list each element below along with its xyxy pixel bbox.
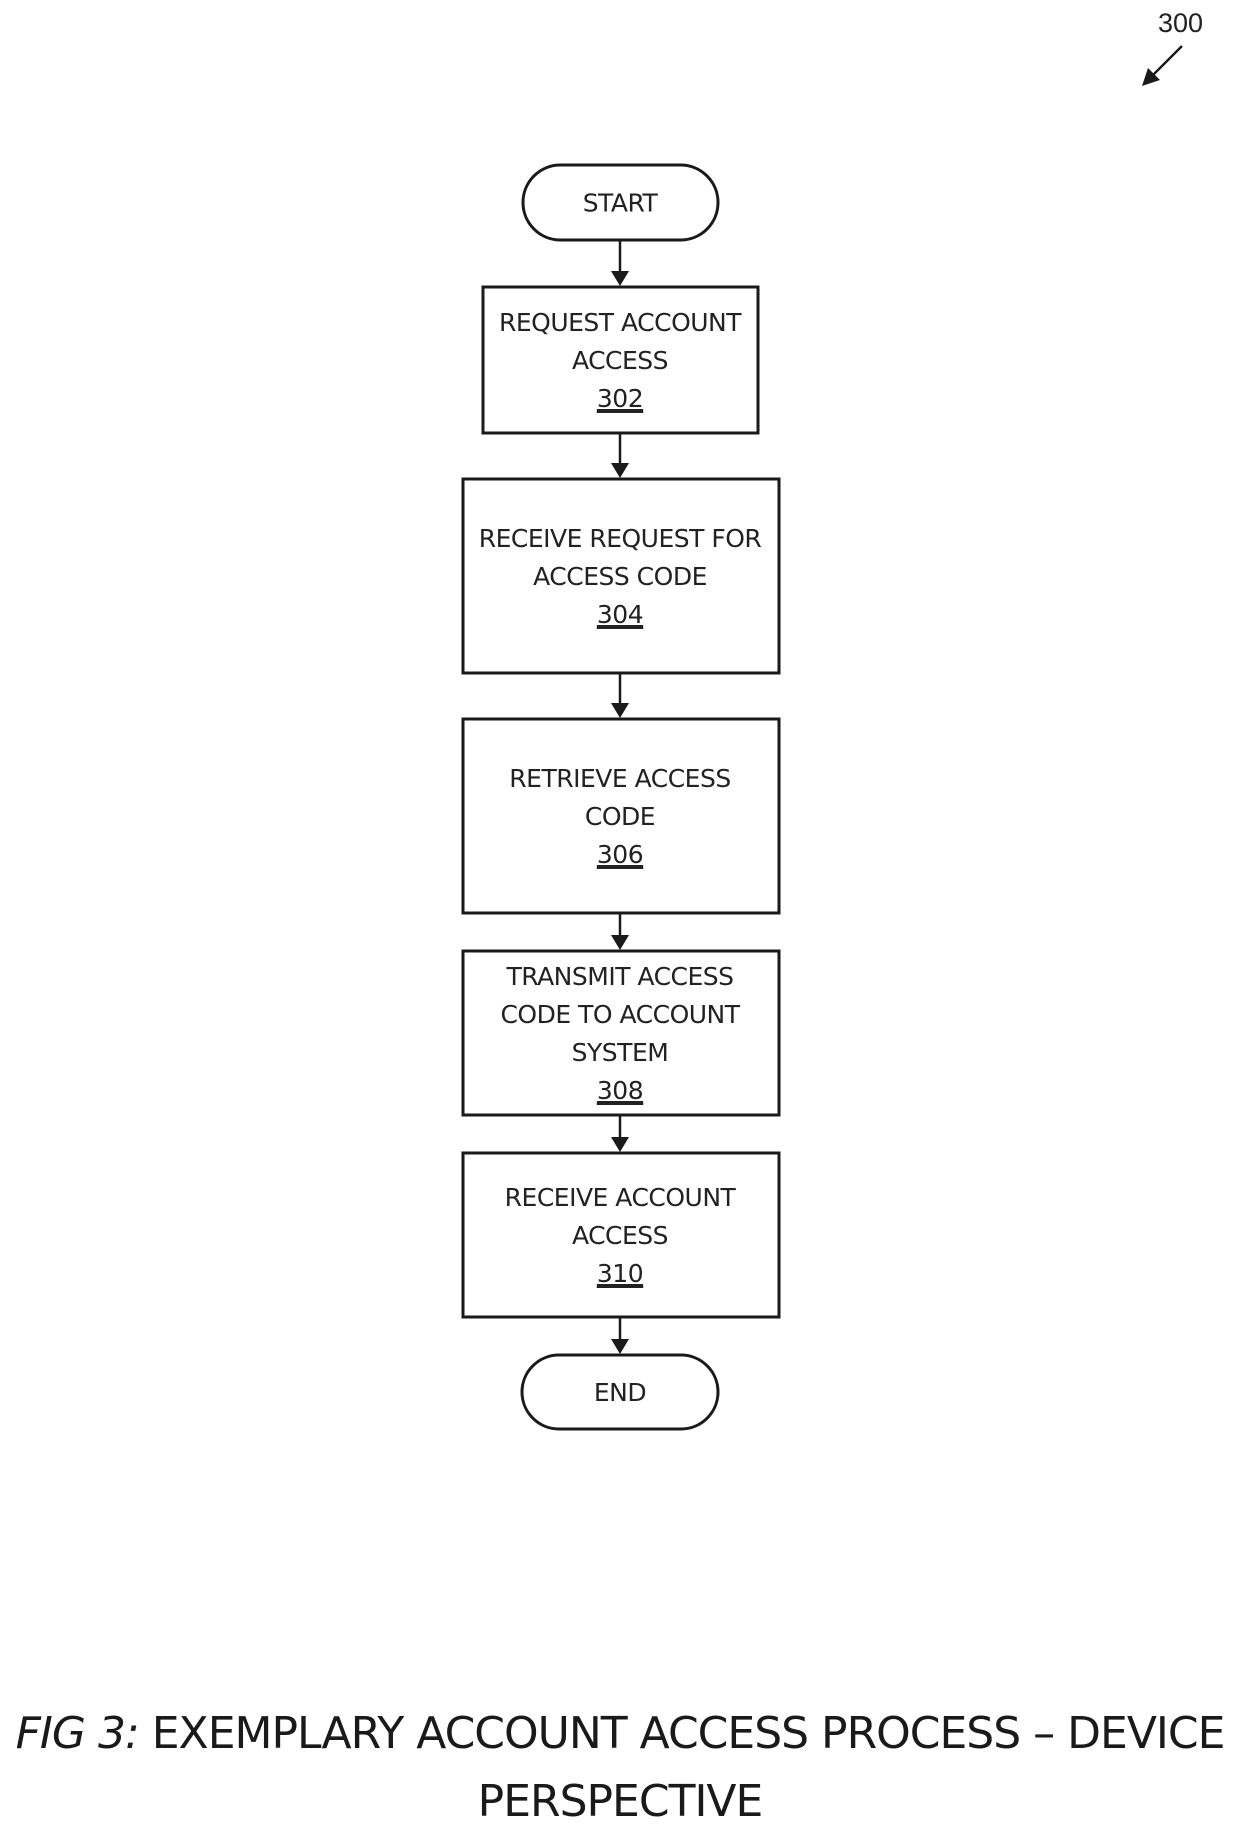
node-label-line: ACCESS bbox=[572, 346, 668, 375]
node-reference-number: 304 bbox=[597, 600, 643, 629]
flow-node-start: START bbox=[521, 163, 720, 242]
node-label-line: RETRIEVE ACCESS bbox=[509, 764, 730, 793]
arrow-down-icon bbox=[611, 935, 629, 950]
node-label-line: RECEIVE ACCOUNT bbox=[505, 1183, 737, 1212]
flow-edge-308-to-310 bbox=[611, 1115, 629, 1152]
arrow-down-icon bbox=[611, 703, 629, 718]
figure-caption-text: EXEMPLARY ACCOUNT ACCESS PROCESS – DEVIC… bbox=[138, 1708, 1226, 1827]
node-label-line: CODE bbox=[585, 802, 655, 831]
flow-node-302: REQUEST ACCOUNT ACCESS 302 bbox=[481, 285, 760, 435]
flow-edge-304-to-306 bbox=[611, 673, 629, 718]
nodes-layer: START REQUEST ACCOUNT ACCESS 302 RECEIVE REQ… bbox=[461, 163, 781, 1431]
node-label-line: RECEIVE REQUEST FOR bbox=[479, 524, 762, 553]
node-label-line: START bbox=[583, 189, 659, 218]
node-label-line: CODE TO ACCOUNT bbox=[500, 1000, 740, 1029]
node-reference-number: 308 bbox=[597, 1076, 643, 1105]
flow-edge-start-to-302 bbox=[611, 240, 629, 286]
figure-reference-arrow bbox=[1142, 45, 1183, 86]
flow-node-310: RECEIVE ACCOUNT ACCESS 310 bbox=[461, 1151, 781, 1319]
node-label-line: ACCESS CODE bbox=[533, 562, 707, 591]
node-label-line: SYSTEM bbox=[572, 1038, 669, 1067]
flow-edge-302-to-304 bbox=[611, 433, 629, 478]
figure-caption-prefix: FIG 3: bbox=[15, 1708, 140, 1759]
node-reference-number: 310 bbox=[597, 1259, 643, 1288]
node-label-line: REQUEST ACCOUNT bbox=[499, 308, 742, 337]
reference-arrow-line bbox=[1151, 45, 1183, 77]
node-label-line: END bbox=[594, 1378, 646, 1407]
flow-node-304: RECEIVE REQUEST FOR ACCESS CODE 304 bbox=[461, 477, 781, 675]
flow-edge-306-to-308 bbox=[611, 913, 629, 950]
flow-node-end: END bbox=[520, 1353, 720, 1431]
arrow-down-icon bbox=[611, 1339, 629, 1354]
node-label-line: TRANSMIT ACCESS bbox=[505, 962, 733, 991]
flow-node-308: TRANSMIT ACCESS CODE TO ACCOUNT SYSTEM 308 bbox=[461, 949, 781, 1117]
node-label-line: ACCESS bbox=[572, 1221, 668, 1250]
arrow-down-icon bbox=[611, 271, 629, 286]
flow-edge-310-to-end bbox=[611, 1317, 629, 1354]
arrow-down-icon bbox=[611, 463, 629, 478]
node-reference-number: 306 bbox=[597, 840, 643, 869]
flow-node-306: RETRIEVE ACCESS CODE 306 bbox=[461, 717, 781, 915]
node-reference-number: 302 bbox=[597, 384, 643, 413]
arrow-down-icon bbox=[611, 1137, 629, 1152]
flowchart: START REQUEST ACCOUNT ACCESS 302 RECEIVE REQ… bbox=[461, 45, 1183, 1431]
